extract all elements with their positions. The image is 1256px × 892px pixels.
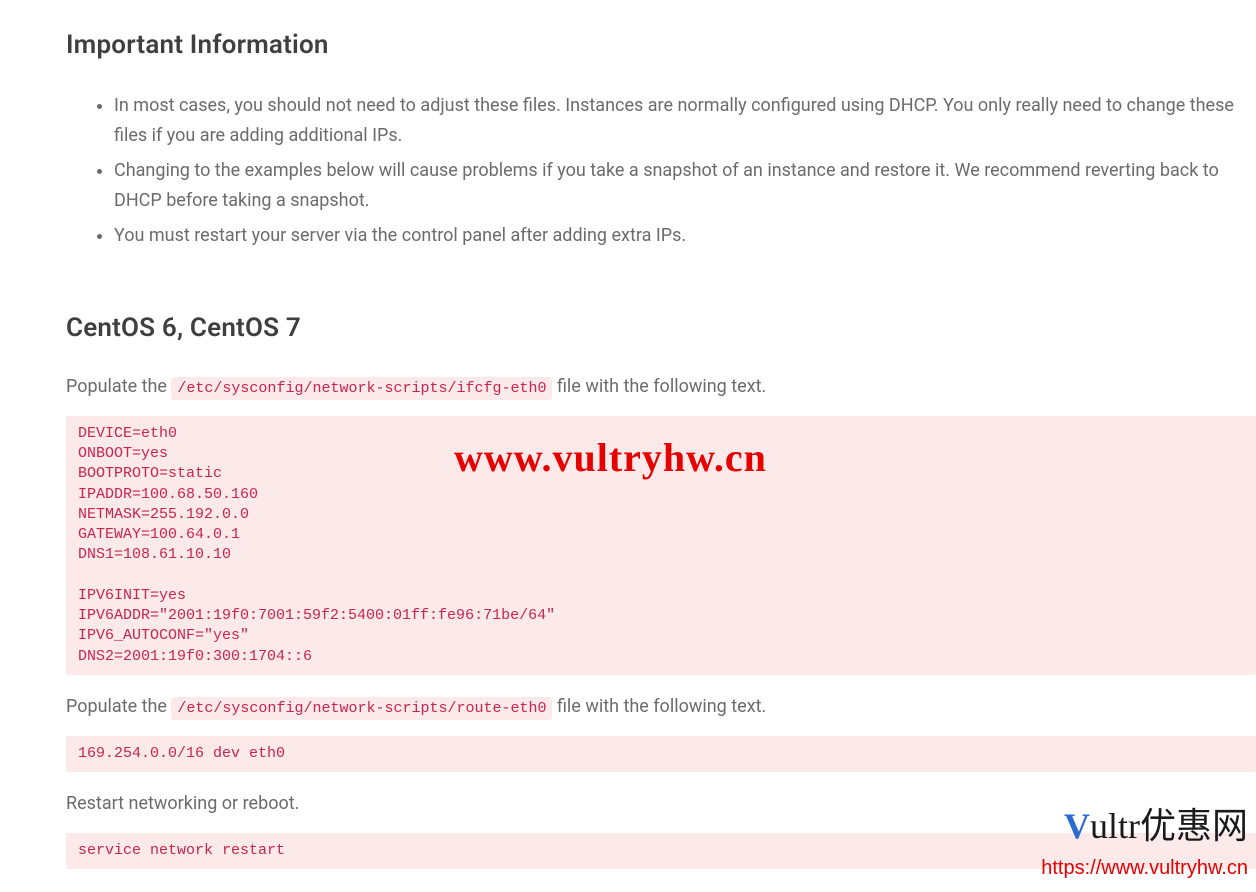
- code-block-restart: service network restart: [66, 833, 1256, 869]
- text: file with the following text.: [557, 376, 766, 397]
- code-block-ifcfg: DEVICE=eth0 ONBOOT=yes BOOTPROTO=static …: [66, 416, 1256, 675]
- list-item: Changing to the examples below will caus…: [114, 156, 1256, 217]
- inline-code-route: /etc/sysconfig/network-scripts/route-eth…: [171, 697, 552, 720]
- list-item: You must restart your server via the con…: [114, 221, 1256, 252]
- heading-important: Important Information: [66, 25, 1256, 67]
- inline-code-ifcfg: /etc/sysconfig/network-scripts/ifcfg-eth…: [171, 377, 552, 400]
- text: Populate the: [66, 376, 171, 397]
- list-item: In most cases, you should not need to ad…: [114, 91, 1256, 152]
- text: file with the following text.: [557, 696, 766, 717]
- text: Populate the: [66, 696, 171, 717]
- heading-centos: CentOS 6, CentOS 7: [66, 308, 1256, 350]
- important-list: In most cases, you should not need to ad…: [66, 91, 1256, 252]
- centos-p2: Populate the /etc/sysconfig/network-scri…: [66, 693, 1256, 722]
- centos-p3: Restart networking or reboot.: [66, 790, 1256, 819]
- code-block-route: 169.254.0.0/16 dev eth0: [66, 736, 1256, 772]
- centos-p1: Populate the /etc/sysconfig/network-scri…: [66, 373, 1256, 402]
